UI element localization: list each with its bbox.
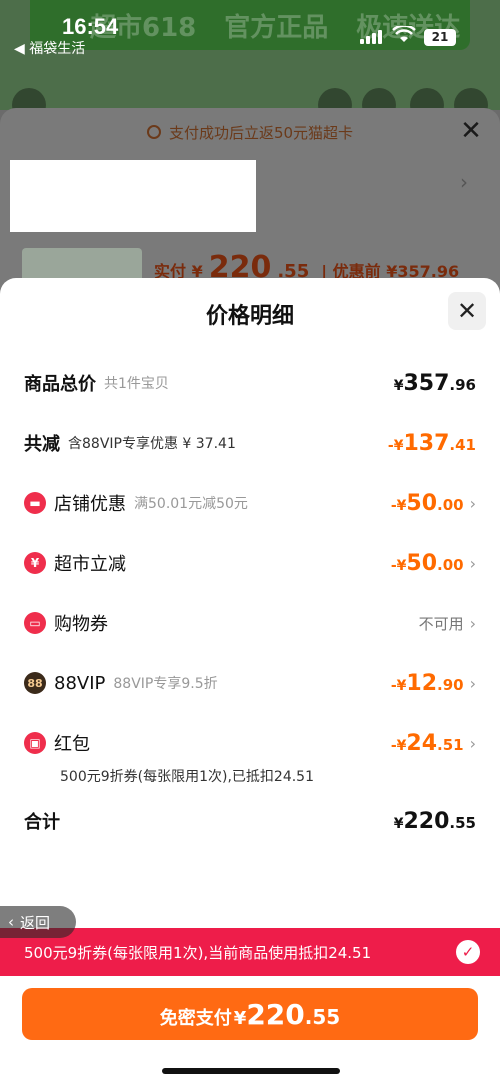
voucher-status: 不可用	[418, 614, 464, 633]
store-coupon-icon: ▬	[24, 492, 46, 514]
row-sum: 合计 ¥220.55	[0, 806, 500, 836]
row-label: 购物券	[54, 614, 108, 635]
vip-icon: 88	[24, 672, 46, 694]
signal-icon	[360, 30, 382, 44]
row-88vip[interactable]: 88 88VIP 88VIP专享9.5折 -¥ 12.90 ›	[0, 668, 500, 698]
row-label: 88VIP	[54, 672, 106, 694]
row-amount: -¥ 137.41	[387, 430, 476, 456]
row-label: 红包	[54, 734, 90, 755]
pay-currency: ¥	[233, 1008, 247, 1029]
pay-button[interactable]: 免密支付 ¥ 220 .55	[22, 988, 478, 1040]
row-sub: 满50.01元减50元	[134, 496, 248, 512]
market-discount-icon: ¥	[24, 552, 46, 574]
redacted-block	[10, 160, 256, 232]
clock-icon	[146, 125, 161, 139]
pay-bar: 免密支付 ¥ 220 .55	[0, 976, 500, 1084]
chevron-right-icon: ›	[469, 493, 476, 513]
chevron-right-icon: ›	[469, 553, 476, 573]
chevron-right-icon[interactable]: ›	[460, 170, 468, 194]
battery-icon: 21	[424, 29, 456, 46]
wifi-icon	[392, 24, 416, 49]
sheet-title: 价格明细	[205, 304, 294, 329]
row-sub: 含88VIP专享优惠 ¥ 37.41	[68, 436, 236, 452]
pay-int: 220	[246, 998, 305, 1031]
back-to-app-link[interactable]: ◀ 福袋生活	[14, 38, 85, 58]
row-label: 共减	[24, 434, 60, 455]
row-label: 商品总价	[24, 374, 96, 395]
payment-close-icon[interactable]: ✕	[456, 116, 486, 146]
row-shopping-voucher[interactable]: ▭ 购物券 不可用 ›	[0, 608, 500, 638]
red-packet-icon: ▣	[24, 732, 46, 754]
chevron-left-icon: ‹	[8, 913, 14, 931]
row-label: 超市立减	[54, 554, 126, 575]
check-icon[interactable]: ✓	[456, 940, 480, 964]
row-store-discount[interactable]: ▬ 店铺优惠 满50.01元减50元 -¥ 50.00 ›	[0, 488, 500, 518]
row-label: 合计	[24, 812, 60, 833]
row-amount: -¥ 50.00	[390, 550, 464, 576]
row-amount: -¥ 24.51	[390, 730, 464, 756]
row-sub: 88VIP专享9.5折	[113, 676, 218, 692]
red-packet-note: 500元9折券(每张限用1次),已抵扣24.51	[60, 769, 314, 785]
back-label: 返回	[20, 913, 51, 932]
row-label: 店铺优惠	[54, 494, 126, 515]
status-bar: 16:54 ◀ 福袋生活 21	[0, 0, 500, 60]
row-amount: ¥220.55	[393, 808, 476, 834]
status-time: 16:54	[62, 14, 119, 39]
row-sub: 共1件宝贝	[104, 376, 169, 392]
voucher-icon: ▭	[24, 612, 46, 634]
chevron-right-icon: ›	[469, 613, 476, 633]
row-market-discount[interactable]: ¥ 超市立减 -¥ 50.00 ›	[0, 548, 500, 578]
row-amount: ¥357.96	[393, 370, 476, 396]
cashback-tip: 支付成功后立返50元猫超卡	[0, 110, 500, 154]
coupon-applied-bar[interactable]: 500元9折券(每张限用1次),当前商品使用抵扣24.51 ✓	[0, 928, 500, 976]
pay-label: 免密支付	[159, 1008, 232, 1029]
chevron-right-icon: ›	[469, 733, 476, 753]
row-total-reduced: 共减 含88VIP专享优惠 ¥ 37.41 -¥ 137.41	[0, 428, 500, 458]
row-amount: -¥ 12.90	[390, 670, 464, 696]
close-button[interactable]: ✕	[448, 292, 486, 330]
chevron-right-icon: ›	[469, 673, 476, 693]
pay-frac: .55	[304, 1005, 341, 1029]
coupon-text: 500元9折券(每张限用1次),当前商品使用抵扣24.51	[24, 943, 372, 962]
back-button[interactable]: ‹ 返回	[0, 906, 76, 938]
cashback-tip-text: 支付成功后立返50元猫超卡	[168, 123, 354, 142]
row-total-price: 商品总价 共1件宝贝 ¥357.96	[0, 368, 500, 398]
row-red-packet[interactable]: ▣ 红包 -¥ 24.51 ›	[0, 728, 500, 758]
row-amount: -¥ 50.00	[390, 490, 464, 516]
home-indicator	[162, 1068, 340, 1074]
